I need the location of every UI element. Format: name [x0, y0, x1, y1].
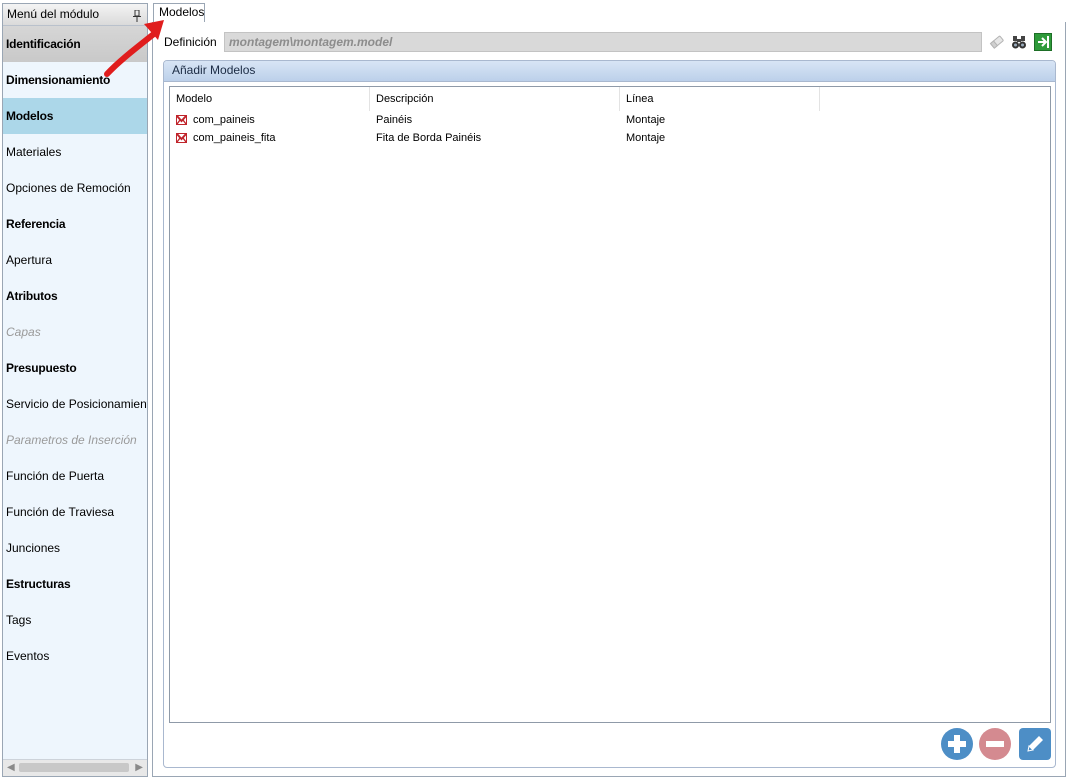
cell-modelo: com_paineis_fita	[193, 132, 276, 144]
cell-linea: Montaje	[626, 114, 666, 126]
module-menu-sidebar: Menú del módulo Identificación Dimension…	[2, 3, 148, 777]
cell-linea: Montaje	[626, 132, 666, 144]
cell-descripcion: Painéis	[376, 114, 413, 126]
modelos-panel: Definición montagem\montagem.model Añadi…	[152, 22, 1066, 777]
add-model-button[interactable]	[941, 728, 973, 760]
menu-item-estructuras[interactable]: Estructuras	[3, 566, 147, 602]
menu-item-apertura[interactable]: Apertura	[3, 242, 147, 278]
menu-item-opciones-de-remocion[interactable]: Opciones de Remoción	[3, 170, 147, 206]
edit-model-button[interactable]	[1019, 728, 1051, 760]
plus-icon	[948, 735, 966, 753]
menu-item-identificacion[interactable]: Identificación	[3, 26, 147, 62]
menu-list: Identificación Dimensionamiento Modelos …	[3, 26, 147, 674]
menu-item-parametros-de-insercion: Parametros de Inserción	[6, 433, 137, 447]
cell-descripcion: Fita de Borda Painéis	[376, 132, 482, 144]
grid-header: Modelo Descripción Línea	[170, 87, 1050, 111]
sidebar-title: Menú del módulo	[7, 7, 100, 21]
menu-item-funcion-de-traviesa[interactable]: Función de Traviesa	[3, 494, 147, 530]
binoculars-icon[interactable]	[1009, 32, 1029, 52]
model-icon	[176, 115, 187, 125]
tab-modelos[interactable]: Modelos	[153, 3, 205, 23]
menu-item-presupuesto[interactable]: Presupuesto	[3, 350, 147, 386]
tab-strip: Modelos	[152, 3, 1066, 23]
scroll-left-icon[interactable]: ◀	[7, 762, 15, 773]
definition-field[interactable]	[224, 32, 982, 52]
pin-icon[interactable]	[133, 8, 141, 22]
menu-item-atributos[interactable]: Atributos	[3, 278, 147, 314]
go-arrow-icon[interactable]	[1033, 32, 1053, 52]
table-row[interactable]: com_paineis_fita Fita de Borda Painéis M…	[170, 129, 1050, 147]
pencil-icon	[1027, 736, 1043, 752]
menu-item-tags[interactable]: Tags	[3, 602, 147, 638]
column-header-linea[interactable]: Línea	[620, 87, 820, 111]
sidebar-horizontal-scrollbar[interactable]: ◀ ▶	[3, 759, 147, 776]
add-models-group: Añadir Modelos Modelo Descripción Línea …	[163, 60, 1056, 768]
menu-item-funcion-de-puerta[interactable]: Función de Puerta	[3, 458, 147, 494]
remove-model-button[interactable]	[979, 728, 1011, 760]
column-header-descripcion[interactable]: Descripción	[370, 87, 620, 111]
group-title: Añadir Modelos	[164, 61, 1055, 82]
definition-row: Definición	[163, 32, 1055, 52]
scrollbar-thumb[interactable]	[19, 763, 129, 772]
menu-item-dimensionamiento[interactable]: Dimensionamiento	[3, 62, 147, 98]
definition-label: Definición	[164, 35, 217, 49]
menu-item-capas: Capas	[6, 325, 41, 339]
menu-item-junciones[interactable]: Junciones	[3, 530, 147, 566]
cell-modelo: com_paineis	[193, 114, 255, 126]
menu-item-materiales[interactable]: Materiales	[3, 134, 147, 170]
scroll-right-icon[interactable]: ▶	[135, 762, 143, 773]
models-grid: Modelo Descripción Línea com_paineis Pai…	[169, 86, 1051, 723]
eraser-icon[interactable]	[987, 32, 1007, 52]
menu-item-modelos[interactable]: Modelos	[3, 98, 147, 134]
table-row[interactable]: com_paineis Painéis Montaje	[170, 111, 1050, 129]
sidebar-header: Menú del módulo	[3, 4, 147, 26]
menu-item-servicio-de-posicionamiento[interactable]: Servicio de Posicionamiento	[3, 386, 147, 422]
menu-item-referencia[interactable]: Referencia	[3, 206, 147, 242]
model-icon	[176, 133, 187, 143]
minus-icon	[986, 741, 1004, 747]
menu-item-eventos[interactable]: Eventos	[3, 638, 147, 674]
column-header-modelo[interactable]: Modelo	[170, 87, 370, 111]
